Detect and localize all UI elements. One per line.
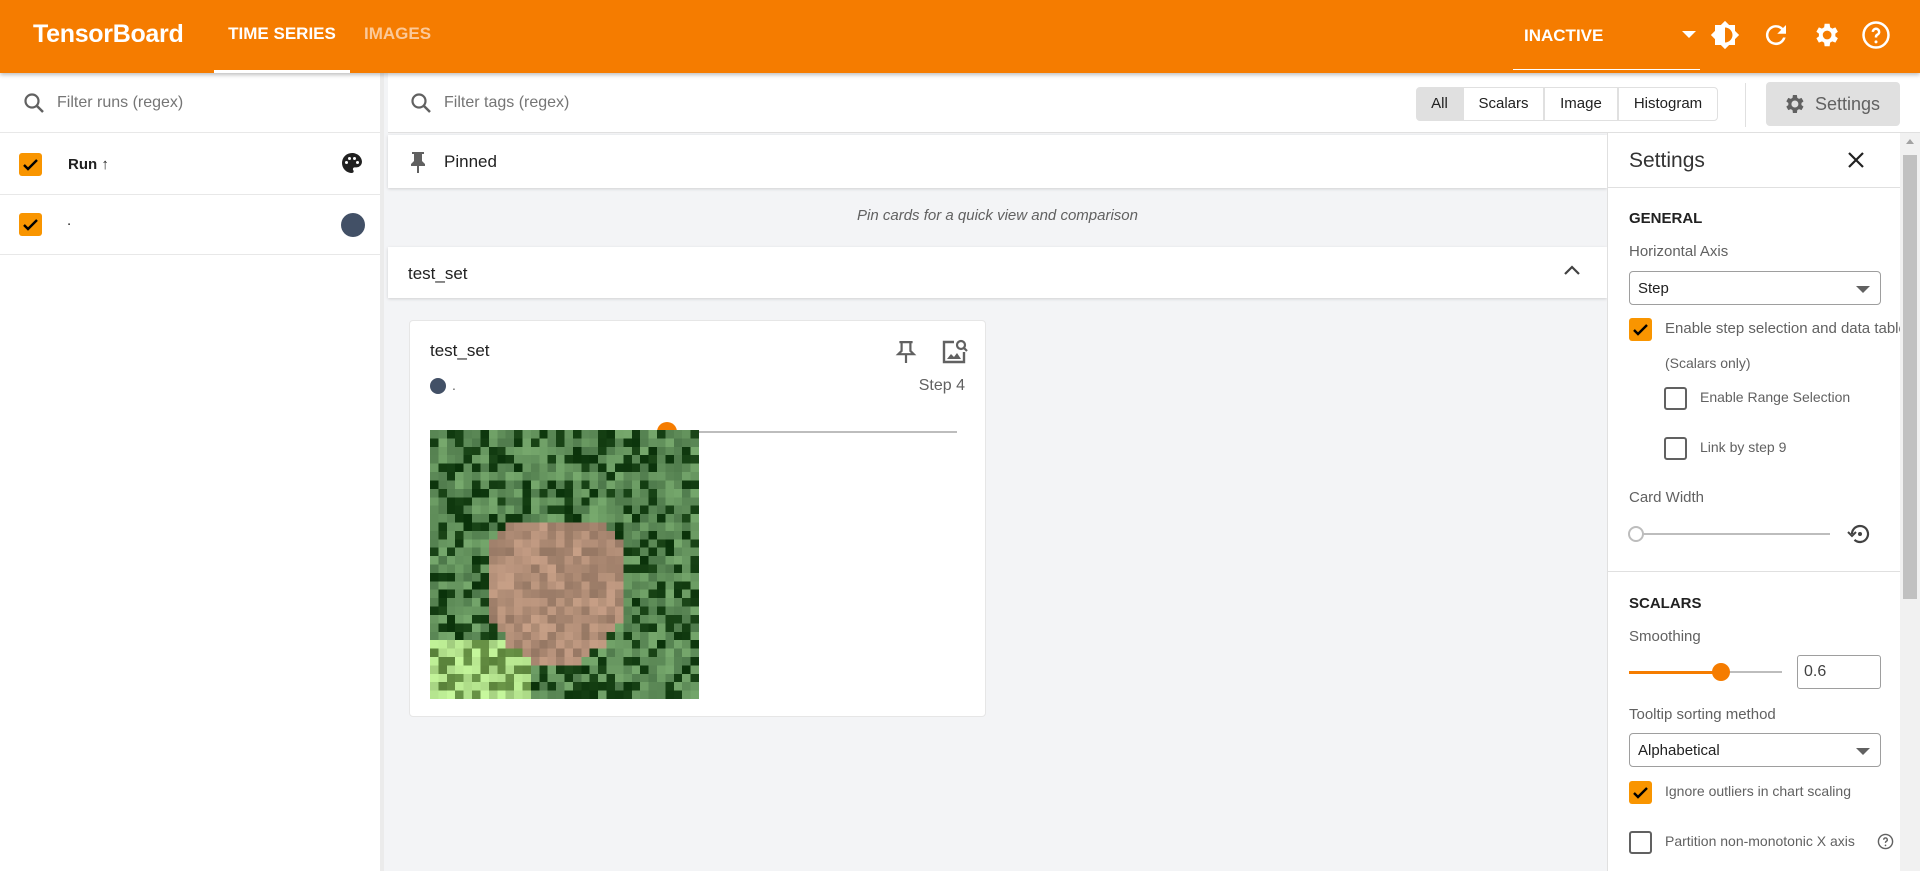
settings-button-label: Settings [1815, 94, 1881, 114]
settings-header: Settings [1608, 133, 1900, 188]
card-title: test_set [430, 341, 490, 360]
tooltip-sort-value: Alphabetical [1638, 742, 1720, 759]
pin-icon [411, 152, 425, 173]
chevron-down-icon [1682, 31, 1696, 38]
run-filter-input[interactable]: Filter runs (regex) [57, 94, 183, 112]
smoothing-slider-fill [1629, 670, 1721, 674]
settings-title: Settings [1629, 149, 1705, 172]
range-selection-label: Enable Range Selection [1700, 389, 1851, 405]
logo: TensorBoard [33, 20, 184, 48]
general-heading: GENERAL [1629, 210, 1703, 227]
pinned-section: Pinned [388, 135, 1607, 188]
search-icon [411, 93, 431, 113]
run-sort-header[interactable]: Run ↑ [68, 156, 109, 173]
sample-image[interactable] [430, 430, 699, 699]
settings-panel: Settings GENERAL Horizontal Axis Step En… [1607, 133, 1900, 871]
reload-icon[interactable] [1761, 20, 1791, 50]
help-icon[interactable] [1861, 20, 1891, 50]
link-by-step-checkbox[interactable] [1664, 437, 1687, 460]
smoothing-label: Smoothing [1629, 628, 1701, 645]
group-header-test-set[interactable]: test_set [388, 247, 1607, 298]
horizontal-axis-label: Horizontal Axis [1629, 243, 1729, 260]
tag-filter-input[interactable]: Filter tags (regex) [444, 94, 569, 112]
gear-icon [1786, 95, 1804, 113]
ignore-outliers-checkbox[interactable] [1629, 781, 1652, 804]
close-icon[interactable] [1846, 150, 1866, 170]
reset-icon[interactable] [1847, 522, 1871, 546]
smoothing-slider-thumb[interactable] [1711, 663, 1730, 681]
horizontal-axis-select[interactable]: Step [1629, 271, 1881, 305]
scrollbar-thumb[interactable] [1903, 155, 1917, 599]
scalars-only-note: (Scalars only) [1665, 355, 1751, 371]
ignore-outliers-label: Ignore outliers in chart scaling [1665, 783, 1851, 799]
range-selection-checkbox[interactable] [1664, 387, 1687, 410]
card-run-name: . [452, 377, 456, 393]
search-icon [24, 93, 44, 113]
run-color-swatch[interactable] [341, 213, 365, 237]
horizontal-axis-value: Step [1638, 280, 1669, 297]
image-search-icon[interactable] [940, 338, 968, 366]
card-step-label: Step 4 [918, 377, 965, 394]
image-card: test_set . Step 4 [409, 320, 986, 717]
chevron-up-icon[interactable] [1563, 264, 1581, 276]
help-icon[interactable] [1877, 833, 1894, 850]
run-row[interactable]: . [0, 195, 380, 255]
link-by-step-label: Link by step 9 [1700, 439, 1787, 455]
partition-label: Partition non-monotonic X axis [1665, 833, 1855, 849]
run-color-dot [430, 378, 446, 394]
scrollbar[interactable] [1900, 133, 1920, 871]
pinned-empty-text: Pin cards for a quick view and compariso… [857, 207, 1138, 224]
top-bar: TensorBoard TIME SERIES IMAGES INACTIVE [0, 0, 1920, 73]
dropdown-arrow-icon [1856, 748, 1870, 755]
partition-checkbox[interactable] [1629, 831, 1652, 854]
card-width-slider[interactable] [1628, 526, 1830, 542]
group-title: test_set [408, 264, 468, 283]
run-filter[interactable]: Filter runs (regex) [0, 73, 380, 133]
pin-icon[interactable] [895, 338, 917, 366]
select-all-checkbox[interactable] [19, 153, 42, 176]
scroll-up-icon[interactable] [1906, 139, 1914, 144]
settings-button[interactable]: Settings [1766, 82, 1900, 126]
filter-image-button[interactable]: Image [1544, 87, 1618, 121]
palette-icon[interactable] [340, 151, 364, 175]
step-selection-label: Enable step selection and data table [1665, 320, 1900, 337]
scalars-heading: SCALARS [1629, 595, 1702, 612]
step-selection-checkbox[interactable] [1629, 318, 1652, 341]
runs-header: Run ↑ [0, 133, 380, 195]
card-width-thumb[interactable] [1628, 526, 1644, 542]
tooltip-sort-select[interactable]: Alphabetical [1629, 733, 1881, 767]
dropdown-arrow-icon [1856, 286, 1870, 293]
tab-time-series[interactable]: TIME SERIES [214, 24, 350, 73]
divider [1745, 83, 1746, 127]
card-width-label: Card Width [1629, 489, 1705, 506]
settings-icon[interactable] [1811, 20, 1841, 50]
smoothing-input[interactable]: 0.6 [1797, 655, 1881, 689]
filter-histogram-button[interactable]: Histogram [1618, 87, 1718, 121]
runs-sidebar: Filter runs (regex) Run ↑ . [0, 73, 384, 871]
smoothing-slider[interactable] [1629, 663, 1782, 681]
pinned-title: Pinned [444, 152, 497, 171]
divider [1608, 571, 1900, 572]
filter-all-button[interactable]: All [1416, 87, 1463, 121]
theme-icon[interactable] [1710, 20, 1740, 50]
tab-images[interactable]: IMAGES [364, 24, 431, 44]
tooltip-sort-label: Tooltip sorting method [1629, 706, 1776, 723]
run-name: . [67, 212, 72, 229]
filter-scalars-button[interactable]: Scalars [1463, 87, 1544, 121]
plugin-select[interactable]: INACTIVE [1513, 18, 1700, 70]
run-checkbox[interactable] [19, 213, 42, 236]
